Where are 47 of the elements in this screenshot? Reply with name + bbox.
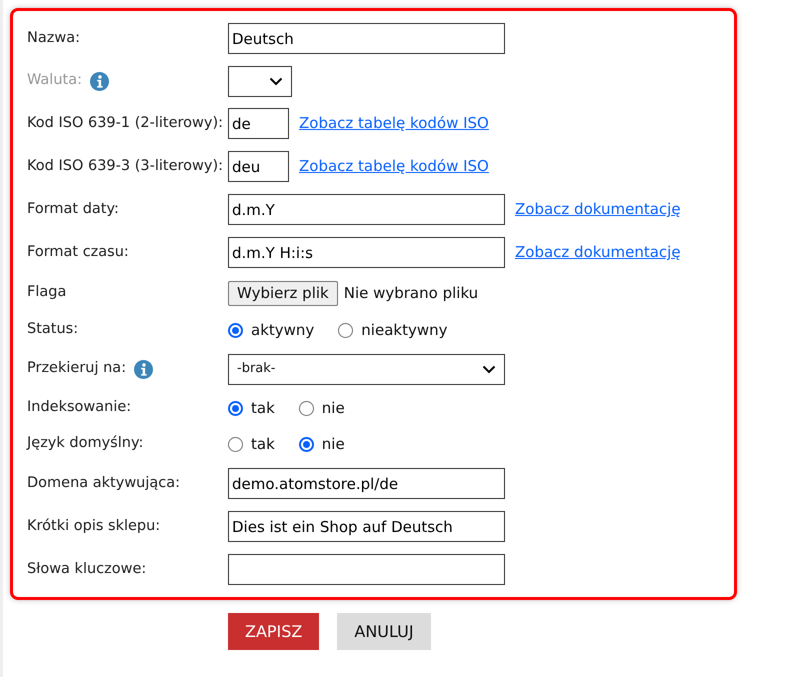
choose-file-button[interactable]: Wybierz plik — [228, 280, 338, 306]
radio-button[interactable] — [228, 322, 243, 338]
radio-button[interactable] — [298, 436, 314, 452]
field-label: Język domyślny: — [27, 434, 144, 454]
field-label: Waluta: — [27, 71, 82, 90]
field-label: Słowa kluczowe: — [27, 560, 146, 579]
radio-label: tak — [251, 434, 275, 455]
select-value: -brak- — [237, 360, 276, 378]
chevron-icon — [269, 76, 283, 86]
field-label: Kod ISO 639-1 (2-literowy): — [27, 114, 223, 133]
radio-button[interactable] — [298, 400, 314, 416]
link[interactable]: Zobacz tabelę kodów ISO — [299, 112, 489, 135]
file-status: Nie wybrano pliku — [344, 282, 478, 304]
cancel-button[interactable]: ANULUJ — [337, 613, 431, 650]
field-label: Indeksowanie: — [27, 398, 132, 418]
text-field[interactable]: demo.atomstore.pl/de — [228, 468, 505, 499]
field-label: Status: — [27, 320, 78, 340]
text-field[interactable]: Deutsch — [228, 23, 505, 54]
radio-label: aktywny — [251, 320, 314, 341]
text-field[interactable] — [228, 554, 505, 585]
select-field[interactable]: -brak- — [228, 354, 505, 384]
radio-button[interactable] — [228, 400, 243, 416]
link[interactable]: Zobacz dokumentację — [515, 241, 681, 264]
save-button[interactable]: ZAPISZ — [228, 613, 320, 650]
field-label: Domena aktywująca: — [27, 474, 180, 493]
text-field[interactable]: Dies ist ein Shop auf Deutsch — [228, 511, 505, 542]
field-label: Krótki opis sklepu: — [27, 516, 160, 536]
radio-label: tak — [251, 398, 275, 419]
field-label: Nazwa: — [27, 28, 80, 48]
radio-button[interactable] — [338, 322, 354, 338]
radio-button[interactable] — [228, 436, 243, 452]
field-label: Flaga — [27, 283, 66, 302]
text-field[interactable]: d.m.Y H:i:s — [228, 237, 505, 268]
link[interactable]: Zobacz tabelę kodów ISO — [299, 155, 489, 178]
text-field[interactable]: de — [228, 108, 289, 139]
chevron-icon — [482, 364, 496, 374]
radio-label: nie — [322, 434, 345, 455]
field-label: Format czasu: — [27, 242, 129, 262]
field-label: Format daty: — [27, 200, 119, 219]
field-label: Kod ISO 639-3 (3-literowy): — [27, 156, 223, 176]
field-label: Przekieruj na: — [27, 359, 126, 378]
text-field[interactable]: deu — [228, 151, 289, 182]
radio-label: nie — [322, 398, 345, 419]
select-field[interactable] — [228, 66, 292, 96]
radio-label: nieaktywny — [361, 320, 448, 341]
link[interactable]: Zobacz dokumentację — [515, 198, 681, 221]
text-field[interactable]: d.m.Y — [228, 194, 505, 225]
